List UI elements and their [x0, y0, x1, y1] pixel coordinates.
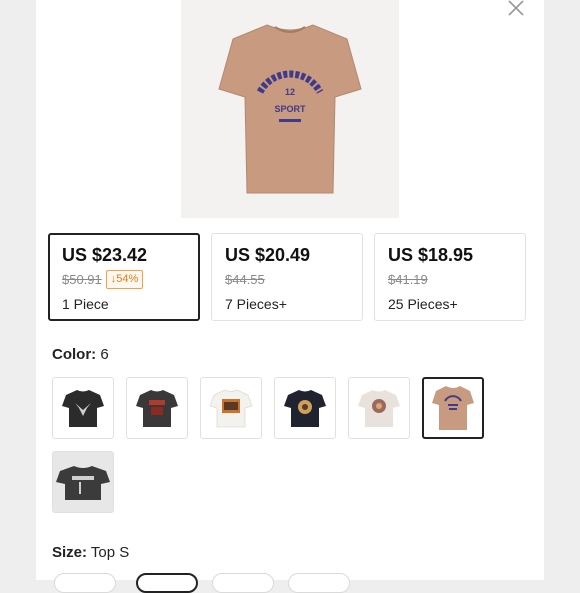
tier-price: US $18.95 [388, 245, 474, 265]
tshirt-thumb-icon [209, 389, 253, 428]
tshirt-thumb-icon [284, 390, 326, 427]
color-label-key: Color: [52, 346, 97, 363]
color-swatch-2[interactable] [126, 377, 188, 439]
size-label-value: Top S [90, 544, 130, 561]
size-label-key: Size: [52, 544, 88, 561]
tier-original-price: $44.55 [225, 271, 265, 287]
size-label: Size: Top S [52, 544, 129, 561]
price-tier-3[interactable]: US $18.95 $41.19 25 Pieces+ [374, 233, 526, 321]
discount-badge: ↓54% [105, 269, 144, 289]
price-tier-2[interactable]: US $20.49 $44.55 7 Pieces+ [211, 233, 363, 321]
tier-original-price: $41.19 [388, 271, 428, 287]
tier-quantity: 25 Pieces+ [388, 296, 458, 312]
color-swatch-7[interactable] [52, 451, 114, 513]
tshirt-thumb-icon [56, 466, 110, 500]
tshirt-product-image: 12 SPORT [218, 23, 362, 193]
color-swatch-4[interactable] [274, 377, 336, 439]
size-option-3[interactable] [212, 573, 274, 593]
size-option-2[interactable] [136, 573, 198, 593]
price-tiers: US $23.42 $50.91 ↓54% 1 Piece US $20.49 … [48, 233, 538, 323]
color-swatch-1[interactable] [52, 377, 114, 439]
discount-value: 54% [116, 272, 139, 285]
svg-text:SPORT: SPORT [274, 104, 306, 114]
product-options-sheet: 12 SPORT US $23.42 $50.91 ↓54% 1 Piece U… [36, 0, 544, 593]
close-icon[interactable] [506, 0, 526, 18]
tier-price: US $20.49 [225, 245, 311, 265]
color-label-value: 6 [100, 346, 109, 363]
svg-text:12: 12 [285, 87, 295, 97]
color-swatch-5[interactable] [348, 377, 410, 439]
size-option-4[interactable] [288, 573, 350, 593]
tshirt-thumb-icon [62, 390, 104, 427]
tier-original-price: $50.91 [62, 271, 102, 287]
tshirt-thumb-icon [136, 390, 178, 427]
color-label: Color: 6 [52, 346, 109, 363]
color-swatch-6[interactable] [422, 377, 484, 439]
product-image: 12 SPORT [181, 0, 399, 218]
tier-quantity: 7 Pieces+ [225, 296, 287, 312]
tshirt-thumb-icon [358, 390, 400, 427]
tier-price: US $23.42 [62, 245, 148, 265]
tier-quantity: 1 Piece [62, 296, 109, 312]
size-option-1[interactable] [54, 573, 116, 593]
color-swatch-3[interactable] [200, 377, 262, 439]
tshirt-thumb-icon [432, 386, 474, 430]
price-tier-1[interactable]: US $23.42 $50.91 ↓54% 1 Piece [48, 233, 200, 321]
